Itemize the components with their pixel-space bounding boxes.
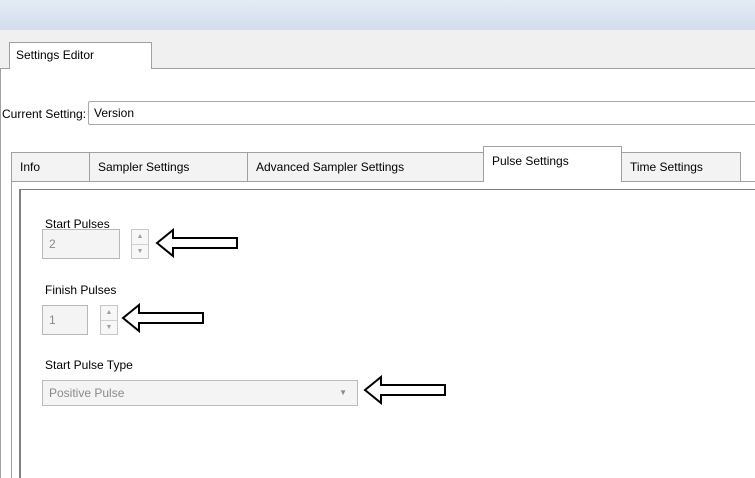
- start-pulse-type-value: Positive Pulse: [49, 386, 125, 400]
- finish-pulses-spinner[interactable]: ▲ ▼: [100, 305, 118, 335]
- left-arrow-icon: [121, 302, 204, 334]
- tab-sampler-settings[interactable]: Sampler Settings: [89, 152, 248, 181]
- tab-pulse-settings[interactable]: Pulse Settings: [483, 146, 622, 182]
- tab-advanced-sampler-settings[interactable]: Advanced Sampler Settings: [247, 152, 484, 181]
- start-pulses-input[interactable]: 2: [42, 229, 120, 259]
- chevron-down-icon[interactable]: ▼: [339, 381, 347, 405]
- tab-time-settings[interactable]: Time Settings: [621, 152, 741, 181]
- current-setting-field[interactable]: Version: [88, 101, 755, 125]
- left-arrow-icon: [363, 374, 446, 406]
- start-pulse-type-label: Start Pulse Type: [45, 358, 133, 372]
- window-title-bar: [0, 0, 755, 30]
- tab-settings-editor[interactable]: Settings Editor: [9, 42, 152, 69]
- chevron-down-icon[interactable]: ▼: [132, 245, 148, 259]
- chevron-up-icon[interactable]: ▲: [101, 306, 117, 321]
- finish-pulses-label: Finish Pulses: [45, 283, 117, 297]
- current-setting-label: Current Setting:: [2, 107, 87, 121]
- left-arrow-icon: [155, 227, 238, 259]
- chevron-up-icon[interactable]: ▲: [132, 230, 148, 245]
- start-pulses-spinner[interactable]: ▲ ▼: [131, 229, 149, 259]
- start-pulse-type-dropdown[interactable]: Positive Pulse ▼: [42, 380, 358, 406]
- chevron-down-icon[interactable]: ▼: [101, 321, 117, 335]
- tab-info[interactable]: Info: [11, 152, 90, 181]
- finish-pulses-input[interactable]: 1: [42, 305, 88, 335]
